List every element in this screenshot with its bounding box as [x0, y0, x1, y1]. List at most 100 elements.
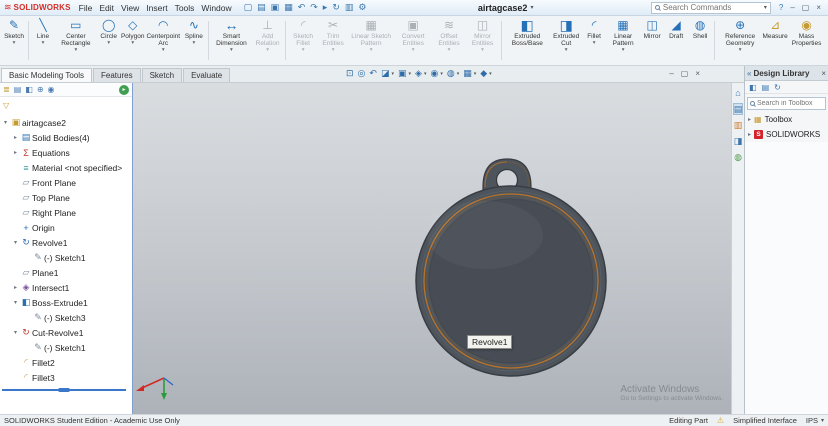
dropdown-caret-icon[interactable]: ▾: [593, 40, 596, 46]
ribbon-button-shell[interactable]: ◍ Shell: [688, 17, 712, 64]
zoom-to-area-icon[interactable]: ◎: [358, 68, 366, 79]
featuremanager-tab-icon[interactable]: ≣: [3, 85, 10, 94]
dropdown-caret-icon[interactable]: ▾: [192, 40, 195, 46]
dropdown-caret-icon[interactable]: ▾: [230, 47, 233, 53]
dropdown-caret-icon[interactable]: ▾: [391, 71, 394, 77]
dropdown-caret-icon[interactable]: ▾: [42, 40, 45, 46]
print-icon[interactable]: ▦: [282, 2, 295, 13]
apply-scene-icon[interactable]: ▦: [463, 68, 472, 79]
open-icon[interactable]: ▤: [255, 2, 268, 13]
file-explorer-icon[interactable]: ▥: [734, 120, 743, 130]
ribbon-button-polygon[interactable]: ◇ Polygon ▾: [121, 17, 145, 64]
collapse-panel-icon[interactable]: «: [747, 69, 751, 78]
menu-edit[interactable]: Edit: [96, 3, 117, 13]
tree-item-origin[interactable]: + Origin: [0, 220, 132, 235]
ribbon-button-fillet[interactable]: ◜ Fillet ▾: [582, 17, 606, 64]
toolbox-search-input[interactable]: [757, 100, 823, 107]
menu-view[interactable]: View: [118, 3, 142, 13]
dropdown-caret-icon[interactable]: ▾: [489, 71, 492, 77]
library-item-solidworks[interactable]: ▸ S SOLIDWORKS: [745, 127, 828, 142]
redo-icon[interactable]: ↷: [308, 2, 320, 13]
ribbon-button-smart-dimension[interactable]: ↔ Smart Dimension ▾: [211, 17, 252, 64]
add-file-location-icon[interactable]: ▤: [762, 83, 770, 92]
restore-button[interactable]: ▢: [799, 3, 813, 12]
dropdown-caret-icon[interactable]: ▾: [131, 40, 134, 46]
tree-item-revolve1[interactable]: ▾ ↻ Revolve1: [0, 235, 132, 250]
graphics-viewport[interactable]: Revolve1 Activate Windows Go to Settings…: [133, 83, 731, 414]
dropdown-caret-icon[interactable]: ▾: [739, 47, 742, 53]
tree-item-boss-extrude1[interactable]: ▾ ◧ Boss-Extrude1: [0, 295, 132, 310]
ribbon-button-measure[interactable]: ⊿ Measure: [762, 17, 787, 64]
view-orientation-icon[interactable]: ▣: [398, 68, 407, 79]
appearances-scenes-icon[interactable]: ◍: [734, 152, 742, 162]
tree-item-front-plane[interactable]: ▱ Front Plane: [0, 175, 132, 190]
save-icon[interactable]: ▣: [269, 2, 282, 13]
ribbon-button-draft[interactable]: ◢ Draft: [664, 17, 688, 64]
expand-arrow-icon[interactable]: ▾: [11, 329, 20, 336]
tab-basic-modeling-tools[interactable]: Basic Modeling Tools: [1, 68, 93, 82]
menu-tools[interactable]: Tools: [172, 3, 198, 13]
units-selector[interactable]: IPS: [806, 416, 818, 425]
minimize-button[interactable]: –: [787, 3, 797, 12]
doc-restore-icon[interactable]: ▢: [681, 69, 689, 78]
expand-arrow-icon[interactable]: ▸: [11, 149, 20, 156]
filter-icon[interactable]: ▽: [3, 101, 9, 110]
ribbon-button-circle[interactable]: ◯ Circle ▾: [97, 17, 121, 64]
dropdown-caret-icon[interactable]: ▾: [74, 47, 77, 53]
doc-minimize-icon[interactable]: –: [669, 69, 673, 78]
units-caret-icon[interactable]: ▾: [821, 417, 824, 424]
ribbon-button-mirror[interactable]: ◫ Mirror: [640, 17, 664, 64]
expand-arrow-icon[interactable]: ▸: [11, 284, 20, 291]
tree-item-cut-revolve1[interactable]: ▾ ↻ Cut-Revolve1: [0, 325, 132, 340]
search-commands-input[interactable]: [662, 3, 761, 12]
dropdown-caret-icon[interactable]: ▾: [474, 71, 477, 77]
expand-arrow-icon[interactable]: ▾: [11, 239, 20, 246]
dropdown-caret-icon[interactable]: ▾: [565, 47, 568, 53]
hide-show-items-icon[interactable]: ◉: [430, 68, 438, 79]
rebuild-icon[interactable]: ↻: [330, 2, 342, 13]
tab-features[interactable]: Features: [93, 68, 141, 82]
ribbon-button-linear-pattern[interactable]: ▦ Linear Pattern ▾: [606, 17, 640, 64]
tab-evaluate[interactable]: Evaluate: [183, 68, 231, 82]
dropdown-caret-icon[interactable]: ▾: [440, 71, 443, 77]
tree-item-top-plane[interactable]: ▱ Top Plane: [0, 190, 132, 205]
tree-item-fillet3[interactable]: ◜ Fillet3: [0, 370, 132, 385]
ribbon-button-sketch[interactable]: ✎ Sketch ▾: [2, 17, 26, 64]
tree-item-airtagcase2[interactable]: ▾ ▣ airtagcase2: [0, 115, 132, 130]
dimxpertmanager-tab-icon[interactable]: ⊕: [37, 85, 44, 94]
close-button[interactable]: ×: [813, 3, 824, 12]
expand-arrow-icon[interactable]: ▸: [748, 116, 751, 123]
solidworks-resources-icon[interactable]: ⌂: [735, 88, 740, 98]
dropdown-caret-icon[interactable]: ▾: [424, 71, 427, 77]
file-properties-icon[interactable]: ▥: [343, 2, 356, 13]
expand-arrow-icon[interactable]: ▸: [748, 131, 751, 138]
doc-close-icon[interactable]: ×: [695, 69, 700, 78]
model-canvas[interactable]: [133, 83, 731, 414]
dropdown-caret-icon[interactable]: ▾: [622, 47, 625, 53]
menu-window[interactable]: Window: [198, 3, 234, 13]
tree-item-intersect1[interactable]: ▸ ◈ Intersect1: [0, 280, 132, 295]
tree-item-solid-bodies[interactable]: ▸ ▤ Solid Bodies(4): [0, 130, 132, 145]
refresh-icon[interactable]: ↻: [774, 83, 781, 92]
ribbon-button-extruded-cut[interactable]: ◨ Extruded Cut ▾: [550, 17, 582, 64]
status-alert-icon[interactable]: ⚠: [717, 416, 724, 425]
panel-expand-icon[interactable]: ▸: [119, 84, 129, 95]
ribbon-button-center-rectangle[interactable]: ▭ Center Rectangle ▾: [55, 17, 97, 64]
view-settings-icon[interactable]: ◆: [480, 68, 487, 79]
dropdown-caret-icon[interactable]: ▾: [162, 47, 165, 53]
tree-item-sketch3[interactable]: ✎ (-) Sketch3: [0, 310, 132, 325]
dropdown-caret-icon[interactable]: ▾: [107, 40, 110, 46]
help-icon[interactable]: ?: [776, 3, 786, 12]
tree-item-material[interactable]: ≡ Material <not specified>: [0, 160, 132, 175]
tree-item-fillet2[interactable]: ◜ Fillet2: [0, 355, 132, 370]
ribbon-button-line[interactable]: ╲ Line ▾: [31, 17, 55, 64]
dropdown-caret-icon[interactable]: ▾: [457, 71, 460, 77]
tree-item-plane1[interactable]: ▱ Plane1: [0, 265, 132, 280]
menu-file[interactable]: File: [76, 3, 96, 13]
displaymanager-tab-icon[interactable]: ◉: [48, 85, 55, 94]
dropdown-caret-icon[interactable]: ▾: [409, 71, 412, 77]
document-title-caret-icon[interactable]: ▾: [530, 4, 533, 11]
tab-sketch[interactable]: Sketch: [141, 68, 183, 82]
view-palette-icon[interactable]: ◨: [734, 136, 743, 146]
ribbon-button-centerpoint-arc[interactable]: ◠ Centerpoint Arc ▾: [145, 17, 182, 64]
